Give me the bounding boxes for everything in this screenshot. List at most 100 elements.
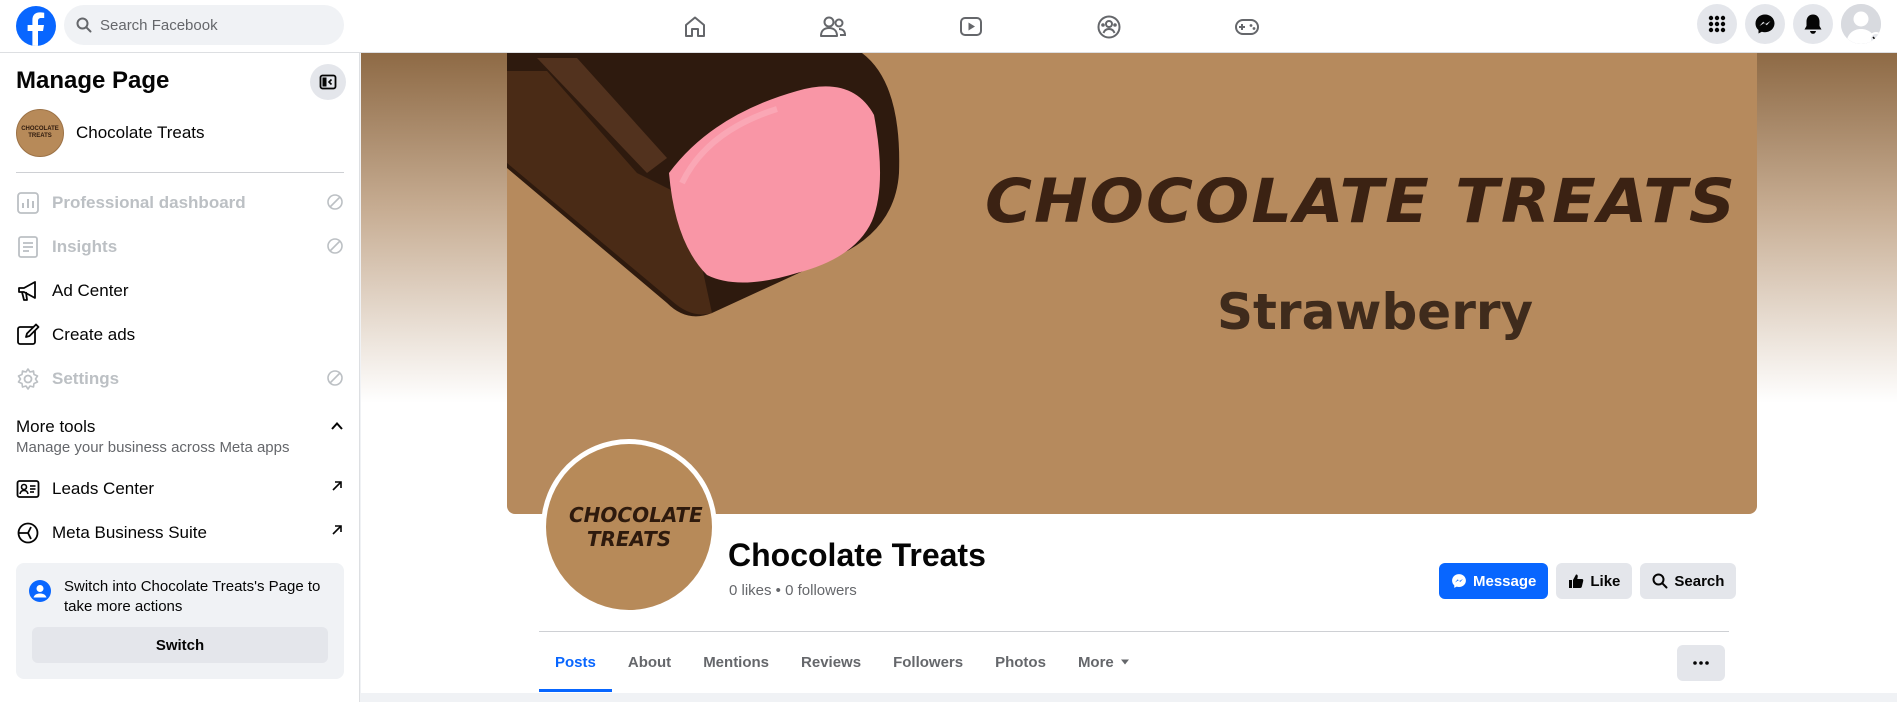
edit-icon — [17, 323, 40, 345]
more-options-button[interactable] — [1677, 645, 1725, 681]
account-avatar[interactable] — [1841, 4, 1881, 44]
account-controls — [1697, 4, 1881, 44]
search-bar[interactable] — [64, 5, 344, 45]
sidebar-item-label: Create ads — [52, 325, 136, 344]
tab-about[interactable]: About — [612, 632, 687, 692]
page-stats[interactable]: 0 likes • 0 followers — [729, 582, 857, 599]
restricted-icon — [327, 370, 343, 386]
switch-profile-icon — [29, 580, 51, 602]
dashboard-icon — [17, 192, 39, 214]
tab-mentions[interactable]: Mentions — [687, 632, 785, 692]
collapse-sidebar-button[interactable] — [310, 64, 346, 100]
tab-more[interactable]: More — [1062, 632, 1146, 692]
tab-reviews[interactable]: Reviews — [785, 632, 877, 692]
gaming-icon — [1235, 18, 1259, 35]
sidebar-item-label: Ad Center — [52, 281, 129, 300]
nav-friends[interactable] — [764, 0, 902, 53]
search-page-button[interactable]: Search — [1640, 563, 1737, 599]
message-button-label: Message — [1473, 572, 1537, 590]
sidebar-item-ad-center[interactable]: Ad Center — [16, 269, 344, 313]
profile-picture-logo: CHOCOLATE TREATS — [546, 444, 712, 610]
sidebar-item-leads-center[interactable]: Leads Center — [16, 467, 344, 511]
watch-icon — [960, 16, 982, 36]
home-icon — [685, 16, 705, 37]
thumbs-up-icon — [1569, 574, 1584, 588]
chocolate-bar-illustration — [507, 53, 900, 317]
feed-background-strip — [361, 693, 1897, 702]
insights-icon — [18, 236, 38, 258]
tab-posts[interactable]: Posts — [539, 632, 612, 692]
page-tabs: Posts About Mentions Reviews Followers P… — [539, 632, 1146, 692]
notifications-button[interactable] — [1793, 4, 1833, 44]
tab-more-label: More — [1077, 653, 1114, 671]
like-button-label: Like — [1590, 572, 1621, 590]
search-button-label: Search — [1674, 572, 1725, 590]
cover-subtitle: Strawberry — [1217, 283, 1534, 341]
switch-button[interactable]: Switch — [32, 627, 328, 663]
page-title: Chocolate Treats — [728, 537, 986, 573]
more-tools-section[interactable]: More tools Manage your business across M… — [16, 417, 344, 456]
sidebar-item-insights[interactable]: Insights — [16, 225, 344, 269]
sidebar-title: Manage Page — [16, 67, 170, 94]
restricted-icon — [327, 238, 343, 254]
sidebar-item-settings[interactable]: Settings — [16, 357, 344, 401]
ellipsis-icon — [1693, 661, 1709, 665]
friends-icon — [820, 16, 847, 37]
facebook-logo[interactable] — [16, 6, 56, 46]
main-nav — [626, 0, 1316, 53]
switch-profile-card: Switch into Chocolate Treats's Page to t… — [16, 563, 344, 679]
account-menu-caret[interactable] — [1869, 32, 1881, 44]
notifications-icon — [1804, 14, 1822, 34]
page-selector[interactable]: CHOCOLATE TREATS Chocolate Treats — [16, 109, 205, 157]
tab-followers[interactable]: Followers — [877, 632, 979, 692]
sidebar-item-label: Insights — [52, 237, 118, 256]
messenger-icon — [1755, 14, 1775, 34]
gear-icon — [17, 368, 39, 390]
chevron-up-icon[interactable] — [330, 419, 344, 433]
profile-picture[interactable]: CHOCOLATE TREATS — [541, 439, 717, 615]
sidebar-item-create-ads[interactable]: Create ads — [16, 313, 344, 357]
manage-page-sidebar: Manage Page CHOCOLATE TREATS Chocolate T… — [0, 53, 360, 702]
sidebar-divider — [16, 172, 344, 173]
external-link-icon — [332, 525, 342, 535]
messenger-icon — [1452, 574, 1466, 588]
page-actions: Message Like Search — [1439, 563, 1737, 599]
groups-icon — [1097, 15, 1121, 38]
caret-down-icon — [1120, 659, 1129, 665]
message-button[interactable]: Message — [1439, 563, 1549, 599]
nav-home[interactable] — [626, 0, 764, 53]
search-icon — [1652, 573, 1668, 589]
nav-watch[interactable] — [902, 0, 1040, 53]
search-input[interactable] — [100, 16, 320, 34]
menu-button[interactable] — [1697, 4, 1737, 44]
sidebar-item-label: Settings — [52, 369, 120, 388]
top-navigation-bar — [0, 0, 1897, 53]
id-card-icon — [16, 480, 40, 498]
sidebar-item-label: Professional dashboard — [52, 193, 246, 212]
megaphone-icon — [18, 281, 36, 301]
messenger-button[interactable] — [1745, 4, 1785, 44]
tab-photos[interactable]: Photos — [979, 632, 1062, 692]
chevron-down-icon — [1872, 36, 1880, 42]
more-tools-title: More tools — [16, 417, 96, 436]
cover-photo[interactable]: CHOCOLATE TREATS Strawberry — [507, 53, 1757, 514]
page-profile-main: CHOCOLATE TREATS Strawberry CHOCOLATE TR… — [361, 53, 1897, 702]
page-avatar-text: CHOCOLATE TREATS — [21, 126, 59, 139]
nav-groups[interactable] — [1040, 0, 1178, 53]
sidebar-item-label: Meta Business Suite — [52, 523, 207, 542]
menu-grid-icon — [1708, 15, 1726, 33]
nav-gaming[interactable] — [1178, 0, 1316, 53]
search-icon — [76, 17, 92, 33]
page-name: Chocolate Treats — [76, 123, 205, 142]
sidebar-item-meta-business-suite[interactable]: Meta Business Suite — [16, 511, 344, 555]
page-avatar: CHOCOLATE TREATS — [16, 109, 64, 157]
external-link-icon — [332, 481, 342, 491]
profile-picture-text: CHOCOLATE TREATS — [569, 503, 703, 551]
meta-suite-icon — [17, 522, 39, 544]
like-button[interactable]: Like — [1556, 563, 1633, 599]
sidebar-item-professional-dashboard[interactable]: Professional dashboard — [16, 181, 344, 225]
more-tools-subtitle: Manage your business across Meta apps — [16, 439, 290, 456]
restricted-icon — [327, 194, 343, 210]
sidebar-item-label: Leads Center — [52, 479, 155, 498]
switch-prompt-text: Switch into Chocolate Treats's Page to t… — [64, 578, 321, 615]
